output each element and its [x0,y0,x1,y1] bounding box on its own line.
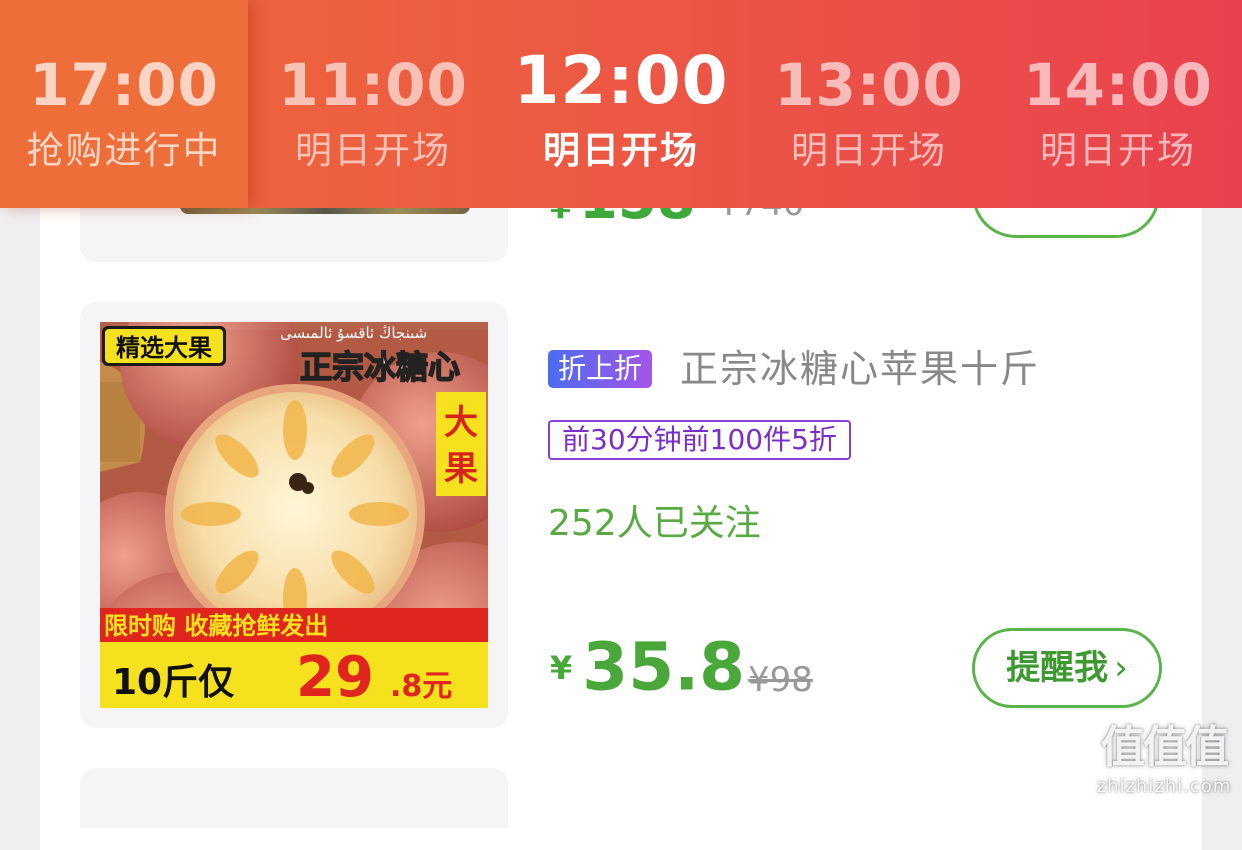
image-side-badge-2: 果 [444,449,478,489]
watermark-url: zhizhizhi.com [1096,776,1232,797]
image-offer-price: 29 [296,645,374,708]
time-slot-status: 明日开场 [791,129,947,172]
image-badge: 精选大果 [116,334,212,362]
apple-photo: ﺷﯩﻨﺠﺎڭ ﺋﺎﻗﺴﯘ ﺋﺎﻟﻤﯩﺴﻰ 精选大果 正宗冰糖心 大 果 限时购 … [100,322,488,708]
time-slot-current[interactable]: 17:00 抢购进行中 [0,0,248,208]
time-slot-1400[interactable]: 14:00 明日开场 [994,0,1242,208]
site-watermark: 值值值 zhizhizhi.com [1094,720,1234,798]
sale-price: ¥35.8 [550,632,745,703]
time-slot-time: 14:00 [1023,51,1213,119]
watermark-logo: 值值值 [1101,722,1229,773]
time-slot-1200-selected[interactable]: 12:00 明日开场 [498,0,744,208]
time-slot-status: 明日开场 [295,129,451,172]
image-headline: 正宗冰糖心 [300,348,460,386]
time-slot-status: 明日开场 [543,129,699,172]
product-image[interactable]: ﺷﯩﻨﺠﺎڭ ﺋﺎﻗﺴﯘ ﺋﺎﻟﻤﯩﺴﻰ 精选大果 正宗冰糖心 大 果 限时购 … [100,322,488,708]
time-slot-time: 11:00 [278,51,468,119]
time-slot-1100[interactable]: 11:00 明日开场 [248,0,498,208]
time-slot-status: 抢购进行中 [26,129,222,172]
chevron-right-icon: › [1114,648,1128,688]
time-slot-time: 17:00 [29,51,219,119]
product-title[interactable]: 正宗冰糖心苹果十斤 [680,344,1040,394]
currency-symbol: ¥ [550,648,573,687]
remind-me-button[interactable]: 提醒我 › [972,628,1162,708]
image-offer-prefix: 10斤仅 [112,662,235,703]
original-price: ¥98 [748,660,813,700]
remind-me-label: 提醒我 [1006,648,1109,688]
discount-rule-tag: 前30分钟前100件5折 [548,420,851,460]
sale-price-value: 35.8 [582,628,746,706]
time-slot-time: 12:00 [513,42,729,119]
time-slot-status: 明日开场 [1040,129,1196,172]
time-slot-time: 13:00 [774,51,964,119]
image-script-line: ﺷﯩﻨﺠﺎڭ ﺋﺎﻗﺴﯘ ﺋﺎﻟﻤﯩﺴﻰ [280,324,427,342]
image-banner: 限时购 收藏抢鲜发出 [104,612,328,640]
image-side-badge-1: 大 [444,403,478,443]
follower-count: 252人已关注 [548,503,761,544]
next-product-image[interactable] [80,768,508,828]
flash-sale-timeline: 17:00 抢购进行中 11:00 明日开场 12:00 明日开场 13:00 … [0,0,1242,208]
image-offer-suffix: .8元 [390,669,452,704]
time-slot-1300[interactable]: 13:00 明日开场 [744,0,994,208]
promo-tag: 折上折 [548,350,653,388]
